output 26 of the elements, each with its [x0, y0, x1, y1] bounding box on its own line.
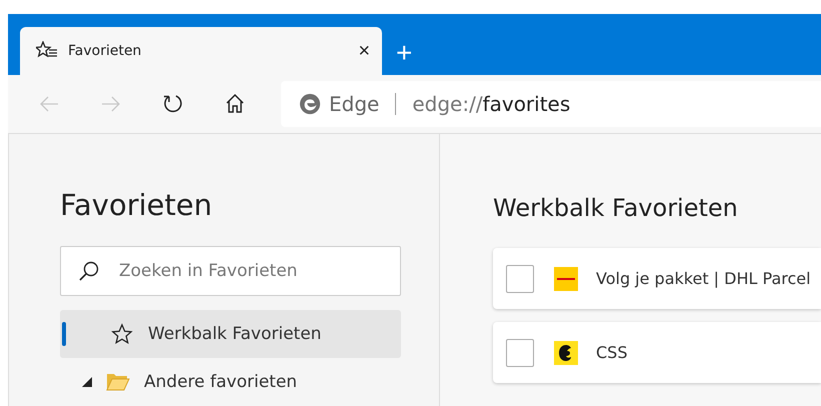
- parcel-logo-icon: [554, 266, 578, 290]
- folder-label: Andere favorieten: [144, 372, 298, 392]
- close-tab-button[interactable]: ×: [358, 40, 370, 63]
- browser-tab[interactable]: Favorieten ×: [20, 27, 382, 76]
- folder-item[interactable]: Andere favorieten: [60, 358, 401, 406]
- star-icon: [110, 323, 134, 345]
- tab-title: Favorieten: [68, 43, 142, 60]
- search-icon: [78, 260, 100, 282]
- favorite-card[interactable]: CSS: [493, 322, 821, 383]
- site-label: Edge: [329, 92, 380, 116]
- folder-item[interactable]: Werkbalk Favorieten: [60, 310, 401, 358]
- checkbox[interactable]: [506, 264, 534, 292]
- new-tab-button[interactable]: +: [396, 39, 412, 68]
- folder-icon: [106, 371, 130, 393]
- sidebar-heading: Favorieten: [60, 188, 214, 222]
- favorite-title: CSS: [596, 343, 628, 362]
- favorite-card[interactable]: Volg je pakket | DHL Parcel: [493, 248, 821, 309]
- folder-label: Werkbalk Favorieten: [148, 324, 322, 344]
- search-field[interactable]: Zoeken in Favorieten: [60, 246, 401, 296]
- browser-logo-icon: [299, 93, 321, 116]
- url-text: edge://favorites: [412, 92, 570, 116]
- favorite-title: Volg je pakket | DHL Parcel: [596, 269, 811, 288]
- address-bar[interactable]: Edge edge://favorites: [281, 81, 821, 128]
- folder-heading: Werkbalk Favorieten: [493, 194, 739, 222]
- checkbox[interactable]: [506, 338, 534, 366]
- expand-caret-icon[interactable]: [82, 377, 92, 387]
